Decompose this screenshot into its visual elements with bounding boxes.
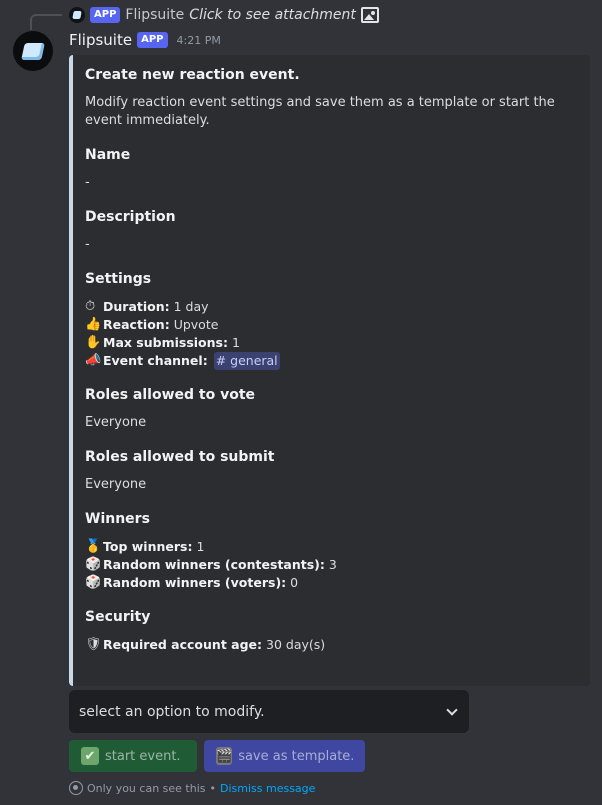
shield-icon: 🛡: [85, 637, 102, 652]
winners-label: Random winners (voters):: [103, 575, 287, 590]
setting-label: Duration:: [103, 299, 170, 314]
setting-value: 1 day: [173, 299, 209, 314]
field-roles-submit: Roles allowed to submit Everyone: [85, 448, 578, 494]
username[interactable]: Flipsuite: [69, 31, 132, 49]
field-winners: Winners 🥇 Top winners: 1 🎲 Random winner…: [85, 510, 578, 592]
channel-mention[interactable]: # general: [213, 352, 280, 370]
dice-icon: 🎲: [85, 557, 102, 572]
save-template-button[interactable]: 🎬 save as template.: [204, 740, 365, 772]
embed-description: Modify reaction event settings and save …: [85, 95, 555, 128]
app-tag: APP: [137, 32, 168, 48]
winners-top: 🥇 Top winners: 1: [85, 538, 578, 556]
save-template-label: save as template.: [238, 748, 355, 764]
reply-avatar: [69, 7, 85, 23]
field-roles-vote: Roles allowed to vote Everyone: [85, 386, 578, 432]
ephemeral-notice: Only you can see this • Dismiss message: [69, 780, 315, 796]
field-settings: Settings ⏱ Duration: 1 day 👍 Reaction: U…: [85, 270, 578, 370]
separator: •: [209, 781, 217, 795]
clapperboard-icon: 🎬: [216, 747, 233, 765]
field-description: Description -: [85, 208, 578, 254]
chevron-down-icon: [446, 703, 458, 716]
raised-hand-icon: ✋: [85, 335, 102, 350]
option-select[interactable]: select an option to modify.: [69, 690, 469, 733]
reply-author[interactable]: Flipsuite: [125, 7, 184, 23]
field-value: -: [85, 175, 90, 190]
check-icon: ✔: [81, 747, 99, 765]
field-label: Winners: [85, 511, 150, 527]
field-label: Roles allowed to vote: [85, 387, 256, 403]
setting-event-channel: 📣 Event channel: # general: [85, 352, 578, 370]
field-value: -: [85, 237, 90, 252]
security-account-age: 🛡 Required account age: 30 day(s): [85, 636, 578, 654]
eye-icon: [69, 781, 83, 795]
stopwatch-icon: ⏱: [85, 299, 96, 314]
setting-value: 1: [231, 335, 240, 350]
reply-app-tag: APP: [90, 7, 121, 23]
field-label: Description: [85, 209, 176, 225]
field-value: Everyone: [85, 477, 147, 492]
setting-reaction: 👍 Reaction: Upvote: [85, 316, 578, 334]
avatar[interactable]: [13, 31, 53, 71]
setting-max-submissions: ✋ Max submissions: 1: [85, 334, 578, 352]
winners-random-contestants: 🎲 Random winners (contestants): 3: [85, 556, 578, 574]
security-label: Required account age:: [103, 637, 263, 652]
security-value: 30 day(s): [266, 637, 326, 652]
select-placeholder: select an option to modify.: [79, 703, 265, 720]
dismiss-message-link[interactable]: Dismiss message: [220, 782, 315, 795]
field-label: Security: [85, 609, 151, 625]
dice-icon: 🎲: [85, 575, 102, 590]
field-security: Security 🛡 Required account age: 30 day(…: [85, 608, 578, 654]
winners-label: Top winners:: [103, 539, 193, 554]
start-event-label: start event.: [105, 748, 181, 764]
reply-attachment-hint[interactable]: Click to see attachment: [189, 7, 356, 23]
winners-value: 0: [290, 575, 299, 590]
timestamp: 4:21 PM: [176, 33, 221, 47]
thumbs-up-icon: 👍: [85, 317, 102, 332]
start-event-button[interactable]: ✔ start event.: [69, 740, 197, 772]
embed-title: Create new reaction event.: [85, 67, 300, 83]
field-label: Roles allowed to submit: [85, 449, 275, 465]
setting-label: Reaction:: [103, 317, 170, 332]
winners-value: 1: [196, 539, 205, 554]
reply-connector: [30, 14, 62, 30]
winners-value: 3: [328, 557, 337, 572]
winners-random-voters: 🎲 Random winners (voters): 0: [85, 574, 578, 592]
megaphone-icon: 📣: [85, 353, 102, 368]
setting-label: Max submissions:: [103, 335, 228, 350]
winners-label: Random winners (contestants):: [103, 557, 325, 572]
setting-label: Event channel:: [103, 353, 208, 368]
reply-preview[interactable]: APP Flipsuite Click to see attachment: [69, 5, 379, 25]
message-header: Flipsuite APP 4:21 PM: [69, 29, 221, 51]
embed: Create new reaction event. Modify reacti…: [69, 55, 590, 686]
medal-icon: 🥇: [85, 539, 102, 554]
field-name: Name -: [85, 146, 578, 192]
image-icon[interactable]: [360, 7, 379, 23]
setting-duration: ⏱ Duration: 1 day: [85, 298, 578, 316]
field-label: Name: [85, 147, 131, 163]
ephemeral-text: Only you can see this: [87, 781, 206, 795]
field-value: Everyone: [85, 415, 147, 430]
field-label: Settings: [85, 271, 152, 287]
setting-value: Upvote: [173, 317, 219, 332]
